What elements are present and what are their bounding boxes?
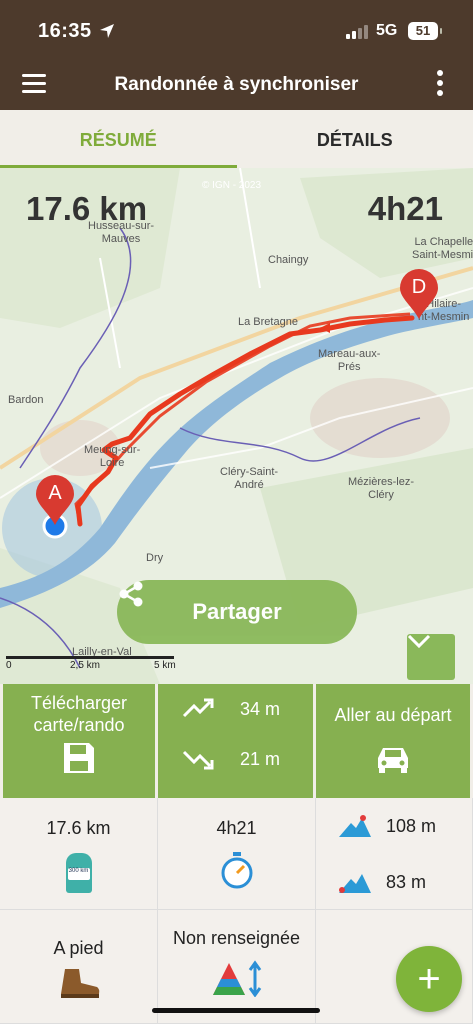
place-label: Chaingy xyxy=(268,254,309,266)
scale-label-max: 5 km xyxy=(154,660,176,671)
chevron-down-icon xyxy=(407,634,431,648)
scale-label-mid: 2,5 km xyxy=(70,660,101,671)
min-altitude-row: 83 m xyxy=(338,870,426,894)
app-bar: Randonnée à synchroniser xyxy=(0,62,473,110)
elevation-summary: 34 m 21 m xyxy=(158,684,313,798)
network-type: 5G xyxy=(376,22,398,39)
stat-activity: A pied xyxy=(0,910,158,1024)
place-label: Dry xyxy=(146,552,164,564)
collapse-map-button[interactable] xyxy=(407,634,455,680)
hiking-boot-icon xyxy=(60,969,99,998)
scale-bar: 0 2,5 km 5 km xyxy=(6,656,186,672)
peak-max-icon xyxy=(339,815,371,837)
tab-resume[interactable]: RÉSUMÉ xyxy=(0,110,237,168)
ascent-icon xyxy=(182,698,214,718)
milestone-badge: 300 km xyxy=(67,868,90,880)
max-altitude-row: 108 m xyxy=(338,814,436,838)
min-altitude-value: 83 m xyxy=(386,871,427,892)
start-marker[interactable]: A xyxy=(34,474,76,526)
stat-distance-value: 17.6 km xyxy=(46,818,111,838)
add-fab-button[interactable]: + xyxy=(396,946,462,1012)
peak-min-icon xyxy=(339,874,371,893)
stat-altitudes: 108 m 83 m xyxy=(316,798,473,910)
stopwatch-icon xyxy=(221,852,252,889)
map-duration: 4h21 xyxy=(367,190,443,227)
share-icon xyxy=(119,581,143,607)
home-indicator xyxy=(152,1008,320,1013)
place-label: Meung-sur- Loire xyxy=(84,444,141,469)
place-label: La Chapelle- Saint-Mesmin xyxy=(412,236,473,261)
ascent-value: 34 m xyxy=(240,698,281,719)
share-label: Partager xyxy=(192,599,282,624)
place-label: Mareau-aux- Prés xyxy=(318,348,381,373)
descent-value: 21 m xyxy=(240,748,281,769)
scale-label-zero: 0 xyxy=(6,660,12,671)
download-button[interactable]: Télécharger carte/rando xyxy=(3,684,156,798)
end-marker[interactable]: D xyxy=(398,268,440,320)
place-label: Husseau-sur- Mauves xyxy=(88,220,155,245)
milestone-icon: 300 km xyxy=(65,853,92,893)
location-arrow-icon xyxy=(100,24,114,38)
stat-difficulty: Non renseignée xyxy=(158,910,316,1024)
battery-icon: 51 xyxy=(408,22,442,40)
stat-duration-value: 4h21 xyxy=(216,818,257,838)
status-bar: 16:35 5G 51 xyxy=(0,0,473,62)
stat-duration: 4h21 xyxy=(158,798,316,910)
action-row: Télécharger carte/rando 34 m 21 m Aller … xyxy=(0,684,473,798)
stat-activity-value: A pied xyxy=(53,938,104,958)
stat-difficulty-value: Non renseignée xyxy=(172,928,301,948)
tab-bar: RÉSUMÉ DÉTAILS xyxy=(0,110,473,168)
share-button[interactable]: Partager xyxy=(117,580,357,644)
place-label: La Bretagne xyxy=(238,316,298,328)
descent-icon xyxy=(182,750,214,770)
download-label: Télécharger carte/rando xyxy=(30,693,128,735)
save-disk-icon xyxy=(64,743,94,773)
go-to-start-button[interactable]: Aller au départ xyxy=(316,684,470,798)
start-marker-label: A xyxy=(48,482,62,504)
place-label: Mézières-lez- Cléry xyxy=(348,476,415,501)
place-label: Cléry-Saint- André xyxy=(220,466,279,491)
signal-icon xyxy=(346,25,368,39)
status-time: 16:35 xyxy=(38,20,92,42)
trail-map[interactable]: © IGN - 2023 17.6 km 4h21 Husseau-sur- M… xyxy=(0,168,473,684)
map-copyright: © IGN - 2023 xyxy=(202,180,262,191)
max-altitude-value: 108 m xyxy=(386,815,437,836)
car-icon xyxy=(378,748,408,773)
go-to-start-label: Aller au départ xyxy=(334,705,452,725)
stat-distance: 17.6 km 300 km xyxy=(0,798,158,910)
plus-icon: + xyxy=(417,956,441,1001)
tab-details[interactable]: DÉTAILS xyxy=(237,110,473,168)
end-marker-label: D xyxy=(411,276,427,298)
place-label: Bardon xyxy=(8,394,44,406)
difficulty-icon xyxy=(212,960,261,998)
more-options-icon[interactable] xyxy=(434,70,446,100)
page-title: Randonnée à synchroniser xyxy=(114,74,359,95)
